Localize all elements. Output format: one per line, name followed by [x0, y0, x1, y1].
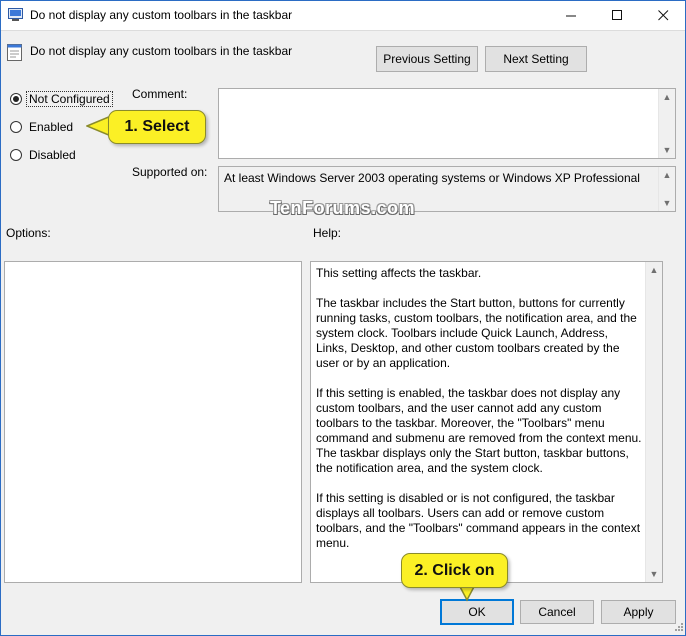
apply-button[interactable]: Apply	[601, 600, 676, 624]
minimize-button[interactable]	[548, 0, 594, 30]
maximize-button[interactable]	[594, 0, 640, 30]
help-scrollbar[interactable]: ▲ ▼	[645, 262, 662, 582]
scroll-up-arrow-icon[interactable]: ▲	[659, 167, 675, 183]
disabled-label[interactable]: Disabled	[26, 148, 76, 162]
help-text: This setting affects the taskbar. The ta…	[316, 266, 642, 566]
setting-page-icon	[7, 44, 22, 61]
minimize-icon	[565, 15, 576, 16]
callout-select: 1. Select	[108, 110, 206, 144]
scroll-down-arrow-icon[interactable]: ▼	[659, 195, 675, 211]
policy-window-icon	[8, 8, 23, 21]
ok-button[interactable]: OK	[440, 599, 514, 625]
comment-scrollbar[interactable]: ▲ ▼	[658, 89, 675, 158]
not-configured-radio-row[interactable]: Not Configured	[10, 90, 113, 108]
maximize-icon	[611, 9, 622, 20]
next-setting-button[interactable]: Next Setting	[485, 46, 587, 72]
options-label: Options:	[6, 226, 51, 240]
previous-setting-button[interactable]: Previous Setting	[376, 46, 478, 72]
supported-scrollbar[interactable]: ▲ ▼	[658, 167, 675, 211]
enabled-radio-row[interactable]: Enabled	[10, 118, 73, 136]
not-configured-radio[interactable]	[10, 93, 22, 105]
help-paragraph: If this setting is enabled, the taskbar …	[316, 386, 642, 475]
scroll-down-arrow-icon[interactable]: ▼	[646, 566, 662, 582]
scroll-up-arrow-icon[interactable]: ▲	[646, 262, 662, 278]
help-paragraph: This setting affects the taskbar.	[316, 266, 482, 280]
disabled-radio-row[interactable]: Disabled	[10, 146, 76, 164]
cancel-button[interactable]: Cancel	[520, 600, 594, 624]
options-pane	[4, 261, 302, 583]
help-paragraph: The taskbar includes the Start button, b…	[316, 296, 637, 370]
disabled-radio[interactable]	[10, 149, 22, 161]
not-configured-label[interactable]: Not Configured	[26, 91, 113, 107]
enabled-label[interactable]: Enabled	[26, 120, 73, 134]
comment-label: Comment:	[132, 87, 188, 101]
window-title: Do not display any custom toolbars in th…	[30, 8, 293, 22]
watermark: TenForums.com	[270, 198, 416, 218]
help-pane: This setting affects the taskbar. The ta…	[310, 261, 663, 583]
callout-click: 2. Click on	[401, 553, 508, 588]
close-button[interactable]	[640, 0, 686, 30]
setting-title: Do not display any custom toolbars in th…	[30, 44, 293, 58]
resize-grip-icon[interactable]	[672, 622, 684, 634]
comment-textbox[interactable]: ▲ ▼	[218, 88, 676, 159]
close-icon	[657, 9, 668, 20]
scroll-down-arrow-icon[interactable]: ▼	[659, 142, 675, 158]
help-label: Help:	[313, 226, 342, 240]
help-paragraph: If this setting is disabled or is not co…	[316, 491, 641, 550]
enabled-radio[interactable]	[10, 121, 22, 133]
supported-on-label: Supported on:	[132, 165, 208, 179]
supported-on-value: At least Windows Server 2003 operating s…	[224, 171, 640, 185]
scroll-up-arrow-icon[interactable]: ▲	[659, 89, 675, 105]
